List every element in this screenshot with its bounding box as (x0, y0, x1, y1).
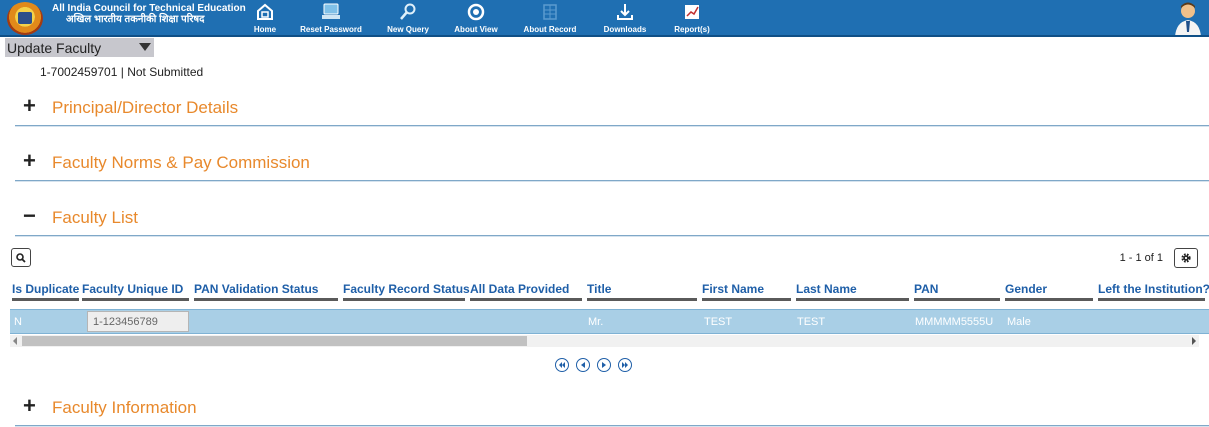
next-page-button[interactable] (597, 358, 611, 372)
column-header-first-name[interactable]: First Name (702, 282, 764, 296)
cell-is-duplicate: N (14, 316, 22, 328)
nav-home-label: Home (253, 25, 277, 34)
org-name-english: All India Council for Technical Educatio… (52, 3, 246, 14)
scroll-left-arrow-icon[interactable] (13, 337, 17, 345)
column-header-left-institution[interactable]: Left the Institution? (1098, 282, 1209, 296)
nav-new-query[interactable]: New Query (382, 0, 434, 37)
column-underline (796, 298, 909, 301)
last-page-button[interactable] (618, 358, 632, 372)
column-underline (82, 298, 189, 301)
horizontal-scrollbar[interactable] (10, 335, 1199, 347)
nav-new-query-label: New Query (387, 25, 429, 34)
divider (15, 236, 1209, 237)
section-faculty-norms[interactable]: + Faculty Norms & Pay Commission (15, 149, 1209, 182)
column-header-is-duplicate[interactable]: Is Duplicate (12, 282, 79, 296)
cell-gender: Male (1007, 316, 1031, 328)
nav-home[interactable]: Home (250, 0, 280, 37)
nav-reports[interactable]: Report(s) (673, 0, 711, 37)
column-underline (343, 298, 465, 301)
section-principal-director-details[interactable]: + Principal/Director Details (15, 94, 1209, 127)
first-page-button[interactable] (555, 358, 569, 372)
grid-settings-button[interactable] (1174, 248, 1198, 268)
grid-search-button[interactable] (11, 248, 31, 267)
expand-icon[interactable]: + (23, 95, 36, 117)
about-view-icon (465, 2, 487, 22)
section-faculty-list[interactable]: − Faculty List (15, 204, 1209, 237)
next-page-icon (602, 362, 606, 368)
column-header-faculty-unique-id[interactable]: Faculty Unique ID (82, 282, 183, 296)
view-title-dropdown[interactable]: Update Faculty (5, 38, 154, 57)
cell-first-name: TEST (704, 316, 733, 328)
section-title[interactable]: Faculty Norms & Pay Commission (52, 153, 310, 173)
section-faculty-information[interactable]: + Faculty Information (15, 394, 1209, 427)
expand-icon[interactable]: + (23, 395, 36, 417)
nav-reset-password-label: Reset Password (300, 25, 362, 34)
column-header-pan[interactable]: PAN (914, 282, 938, 296)
nav-about-record-label: About Record (523, 25, 577, 34)
scroll-right-arrow-icon[interactable] (1192, 337, 1196, 345)
header-bar: All India Council for Technical Educatio… (0, 0, 1209, 37)
column-header-all-data-provided[interactable]: All Data Provided (470, 282, 569, 296)
nav-reports-label: Report(s) (674, 25, 710, 34)
grid-page-info: 1 - 1 of 1 (1119, 252, 1163, 264)
collapse-icon[interactable]: − (23, 205, 36, 227)
section-title[interactable]: Principal/Director Details (52, 98, 238, 118)
nav-about-view-label: About View (454, 25, 498, 34)
column-header-faculty-record-status[interactable]: Faculty Record Status (343, 282, 470, 296)
nav-reset-password[interactable]: Reset Password (296, 0, 366, 37)
divider (15, 126, 1209, 127)
cell-faculty-unique-id[interactable]: 1-123456789 (87, 311, 189, 332)
column-underline (1005, 298, 1093, 301)
nav-about-record[interactable]: About Record (520, 0, 580, 37)
reset-password-icon (320, 2, 342, 22)
record-status-line: 1-7002459701 | Not Submitted (40, 65, 204, 79)
nav-downloads-label: Downloads (603, 25, 647, 34)
home-icon (254, 2, 276, 22)
cell-title: Mr. (588, 316, 604, 328)
downloads-icon (614, 2, 636, 22)
divider (15, 181, 1209, 182)
column-header-title[interactable]: Title (587, 282, 611, 296)
expand-icon[interactable]: + (23, 150, 36, 172)
cell-last-name: TEST (797, 316, 826, 328)
column-underline (914, 298, 1000, 301)
search-icon (16, 252, 26, 263)
column-header-last-name[interactable]: Last Name (796, 282, 857, 296)
nav-about-view[interactable]: About View (451, 0, 501, 37)
first-page-icon (559, 362, 565, 368)
nav-downloads[interactable]: Downloads (598, 0, 652, 37)
gear-icon (1181, 253, 1191, 263)
user-avatar[interactable] (1170, 0, 1206, 37)
scrollbar-thumb[interactable] (22, 336, 527, 346)
column-underline (470, 298, 582, 301)
org-name: All India Council for Technical Educatio… (52, 3, 246, 25)
aicte-logo (7, 2, 43, 35)
column-underline (1098, 298, 1205, 301)
cell-pan: MMMMM5555U (915, 316, 994, 328)
caret-down-icon (139, 43, 151, 51)
column-underline (587, 298, 697, 301)
column-underline (194, 298, 338, 301)
new-query-icon (397, 2, 419, 22)
view-title: Update Faculty (7, 39, 102, 56)
previous-page-icon (581, 362, 585, 368)
column-header-pan-validation-status[interactable]: PAN Validation Status (194, 282, 318, 296)
last-page-icon (622, 362, 628, 368)
section-title[interactable]: Faculty List (52, 208, 138, 228)
reports-icon (681, 2, 703, 22)
column-underline (702, 298, 791, 301)
column-header-gender[interactable]: Gender (1005, 282, 1047, 296)
section-title[interactable]: Faculty Information (52, 398, 197, 418)
grid-pager (555, 358, 632, 372)
previous-page-button[interactable] (576, 358, 590, 372)
org-name-hindi: अखिल भारतीय तकनीकी शिक्षा परिषद (66, 14, 205, 25)
column-underline (12, 298, 79, 301)
about-record-icon (539, 2, 561, 22)
